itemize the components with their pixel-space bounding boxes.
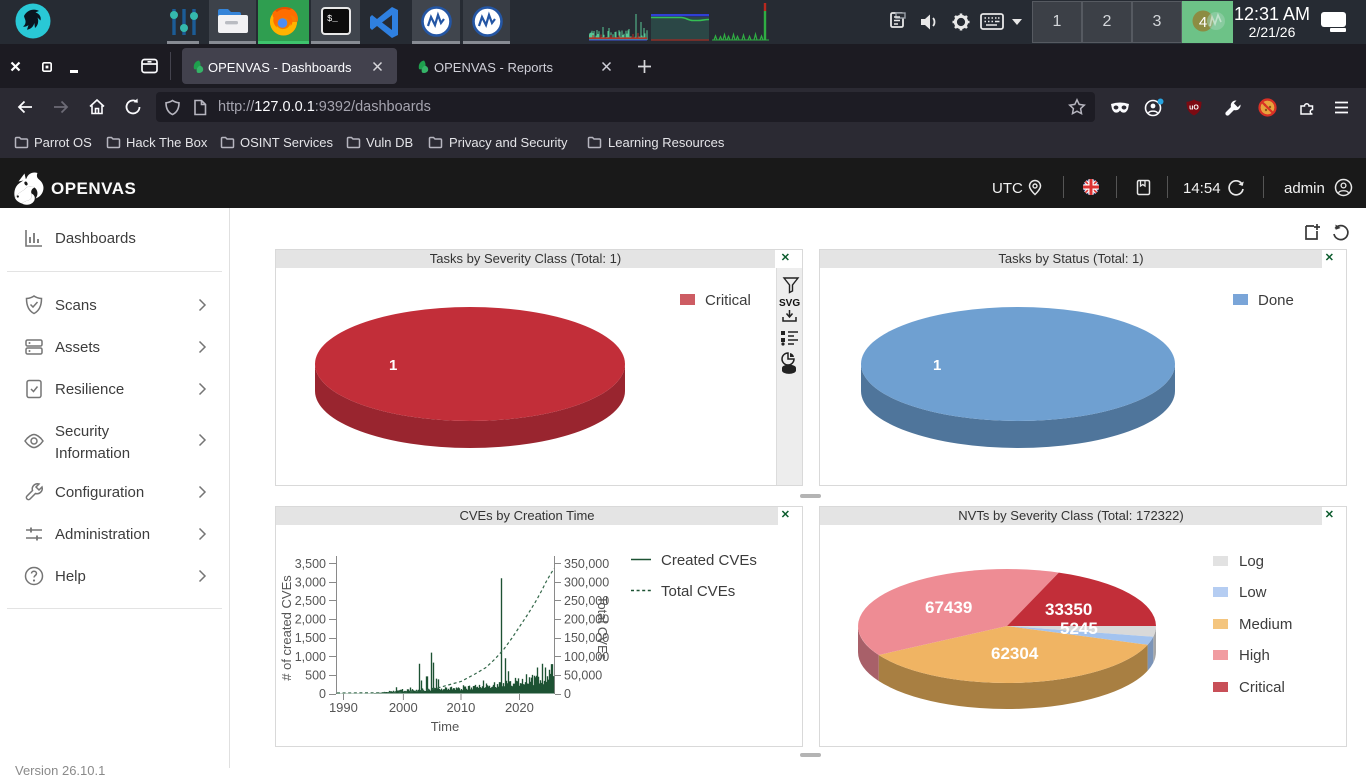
svg-text:$_: $_: [327, 14, 338, 24]
svg-text:0: 0: [319, 687, 326, 701]
svg-text:uO: uO: [1189, 105, 1199, 112]
svg-text:2020: 2020: [505, 700, 534, 715]
svg-text:# of created CVEs: # of created CVEs: [279, 575, 294, 681]
svg-text:Created CVEs: Created CVEs: [661, 552, 757, 569]
svg-text:4: 4: [1199, 14, 1207, 31]
svg-text:2,000: 2,000: [295, 613, 326, 627]
svg-text:5245: 5245: [1060, 619, 1098, 638]
svg-text:Time: Time: [431, 719, 459, 734]
svg-text:0: 0: [564, 687, 571, 701]
svg-text:2010: 2010: [446, 700, 475, 715]
svg-text:Total CVEs: Total CVEs: [661, 583, 735, 600]
svg-text:1,500: 1,500: [295, 631, 326, 645]
svg-text:33350: 33350: [1045, 600, 1092, 619]
svg-text:300,000: 300,000: [564, 575, 609, 589]
svg-text:3,500: 3,500: [295, 557, 326, 571]
svg-text:3,000: 3,000: [295, 575, 326, 589]
svg-text:1: 1: [933, 357, 941, 374]
svg-text:Total CVEs: Total CVEs: [595, 596, 610, 661]
svg-text:1990: 1990: [329, 700, 358, 715]
svg-text:50,000: 50,000: [564, 668, 602, 682]
svg-text:350,000: 350,000: [564, 557, 609, 571]
svg-text:62304: 62304: [991, 644, 1039, 663]
svg-text:67439: 67439: [925, 598, 972, 617]
svg-text:2,500: 2,500: [295, 594, 326, 608]
svg-text:500: 500: [305, 668, 326, 682]
svg-text:1,000: 1,000: [295, 650, 326, 664]
svg-text:1: 1: [389, 357, 397, 374]
svg-text:2000: 2000: [389, 700, 418, 715]
